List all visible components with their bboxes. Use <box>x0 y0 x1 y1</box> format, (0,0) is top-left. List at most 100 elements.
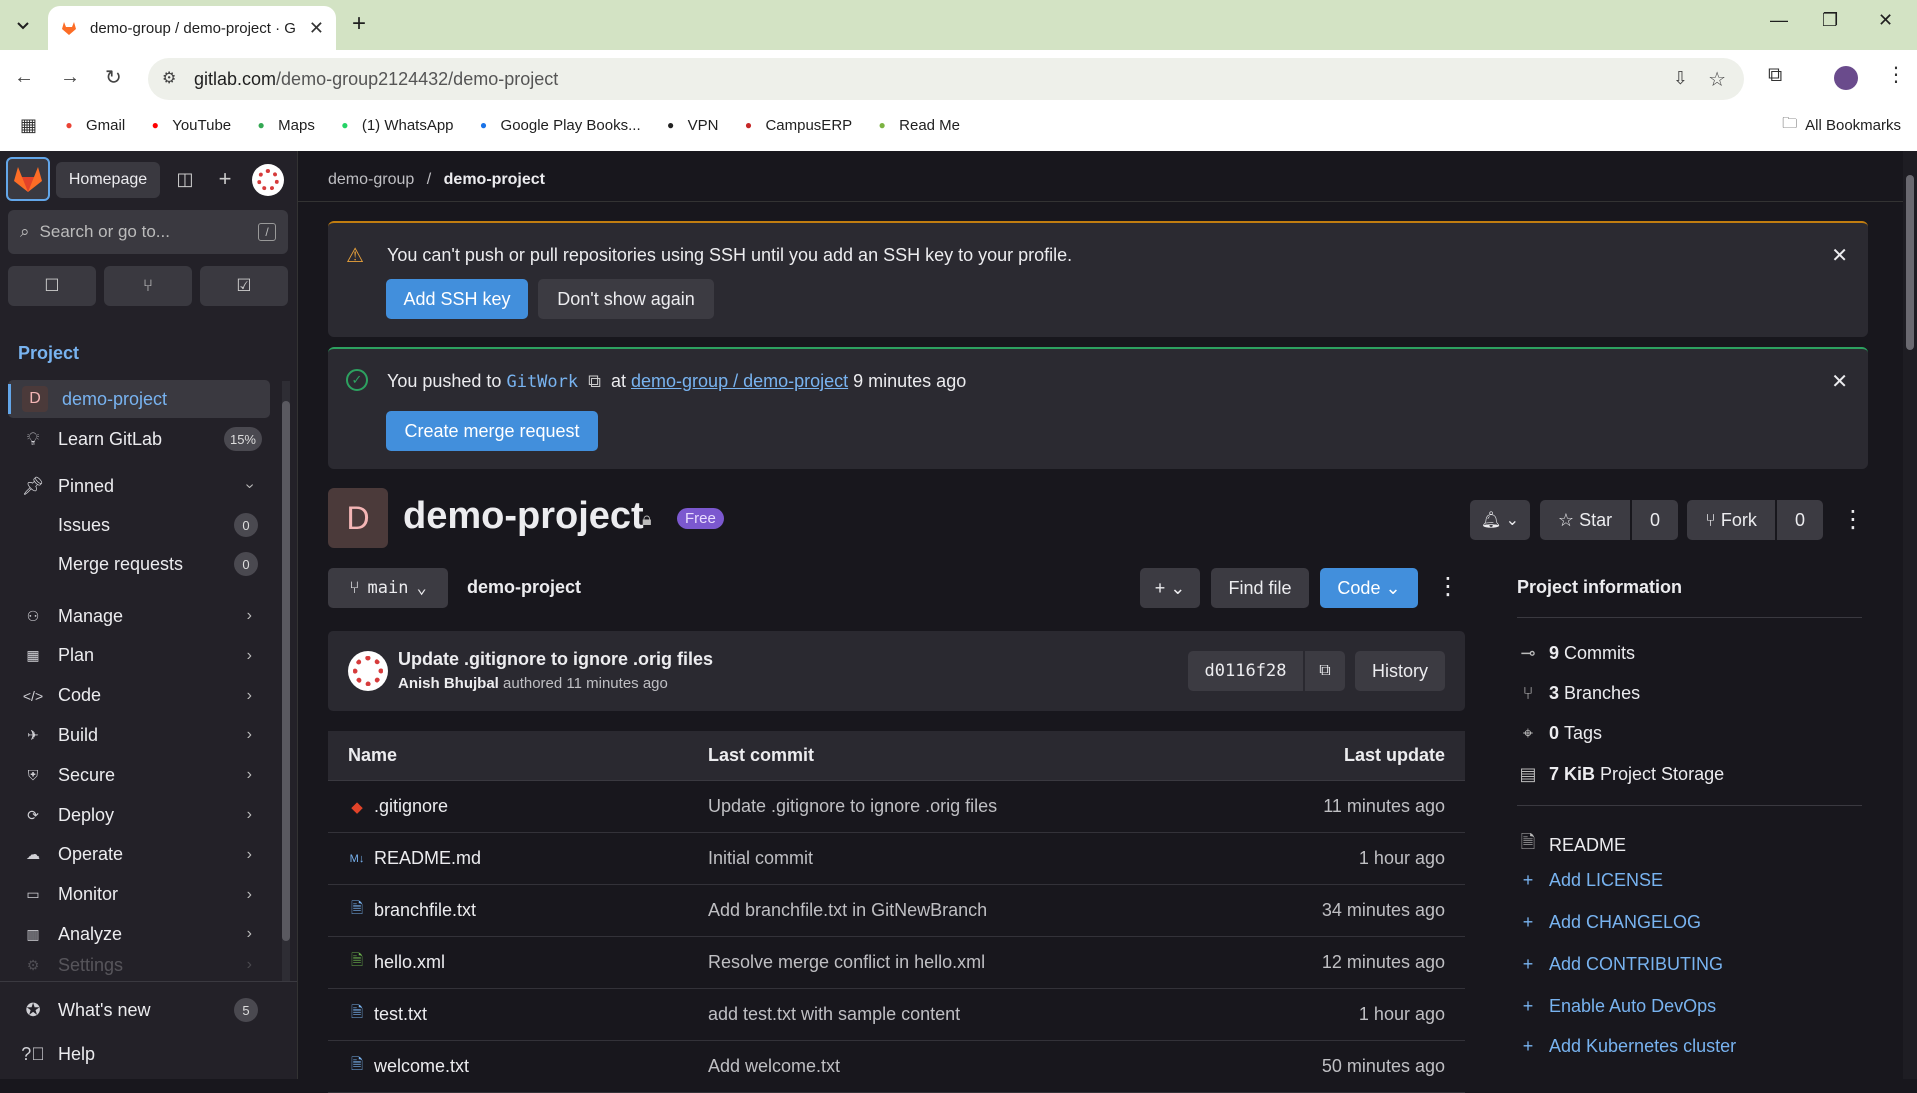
sidebar-item-manage[interactable]: ⚇ Manage › <box>8 597 270 635</box>
bookmark-item[interactable]: ● Google Play Books... <box>474 116 641 134</box>
page-scrollbar[interactable] <box>1903 151 1917 1079</box>
bookmark-item[interactable]: ● Maps <box>251 116 315 134</box>
close-window-icon[interactable]: ✕ <box>1878 10 1893 31</box>
bookmark-item[interactable]: ● Read Me <box>872 116 961 134</box>
fork-count[interactable]: 0 <box>1777 500 1823 540</box>
todo-button[interactable]: ☑ <box>200 266 288 306</box>
sidebar-item-learn-gitlab[interactable]: 💡︎ Learn GitLab 15% <box>8 420 270 458</box>
file-last-commit[interactable]: Initial commit <box>708 848 1258 869</box>
notifications-dropdown[interactable]: 🔔︎ ⌄ <box>1470 500 1530 540</box>
branches-link[interactable]: ⑂ 3 Branches <box>1517 683 1640 704</box>
scrollbar-thumb[interactable] <box>282 401 290 941</box>
readme-link[interactable]: 🗎︎ README <box>1517 830 1626 860</box>
table-row[interactable]: 🗎︎ hello.xml Resolve merge conflict in hel… <box>328 937 1465 989</box>
commit-sha[interactable]: d0116f28 <box>1188 651 1303 691</box>
sidebar-item-issues[interactable]: Issues 0 <box>8 506 270 544</box>
file-name-cell[interactable]: ◆ .gitignore <box>328 796 708 817</box>
file-name[interactable]: hello.xml <box>374 952 445 973</box>
file-name[interactable]: .gitignore <box>374 796 448 817</box>
bookmark-item[interactable]: ● VPN <box>661 116 718 134</box>
star-button[interactable]: ☆ Star <box>1540 500 1630 540</box>
table-row[interactable]: 🗎︎ branchfile.txt Add branchfile.txt in Gi… <box>328 885 1465 937</box>
breadcrumb-project[interactable]: demo-project <box>444 171 545 188</box>
repo-actions-icon[interactable]: ⋮ <box>1436 572 1460 601</box>
commit-author-avatar[interactable] <box>348 651 388 691</box>
table-row[interactable]: 🗎︎ welcome.txt Add welcome.txt 50 minutes a… <box>328 1041 1465 1093</box>
sidebar-item-project[interactable]: D demo-project <box>8 380 270 418</box>
site-info-icon[interactable]: ⚙ <box>162 68 176 88</box>
file-name-cell[interactable]: 🗎︎ branchfile.txt <box>328 898 708 923</box>
apps-grid-icon[interactable]: ▦ <box>20 115 37 136</box>
commit-author[interactable]: Anish Bhujbal <box>398 675 499 692</box>
bookmark-item[interactable]: ● (1) WhatsApp <box>335 116 453 134</box>
history-button[interactable]: History <box>1355 651 1445 691</box>
extensions-icon[interactable]: ⧉ <box>1768 64 1782 87</box>
sidebar-item-build[interactable]: ✈ Build › <box>8 716 270 754</box>
sidebar-item-code[interactable]: </> Code › <box>8 677 270 715</box>
new-tab-button[interactable]: + <box>352 12 366 36</box>
copy-sha-button[interactable]: ⧉ <box>1305 651 1345 691</box>
branch-selector[interactable]: ⑂ main ⌄ <box>328 568 448 608</box>
table-row[interactable]: 🗎︎ test.txt add test.txt with sample conte… <box>328 989 1465 1041</box>
sidebar-item-pinned[interactable]: 📌︎ Pinned › <box>8 467 270 505</box>
file-name-cell[interactable]: M↓ README.md <box>328 848 708 869</box>
forward-icon[interactable]: → <box>60 66 80 89</box>
sidebar-item-merge-requests[interactable]: Merge requests 0 <box>8 545 270 583</box>
sidebar-scrollbar[interactable] <box>282 381 290 981</box>
page-scrollbar-thumb[interactable] <box>1906 175 1914 350</box>
sidebar-item-settings[interactable]: ⚙ Settings › <box>8 955 270 975</box>
storage-link[interactable]: ▤ 7 KiB Project Storage <box>1517 764 1724 785</box>
file-name[interactable]: README.md <box>374 848 481 869</box>
star-count[interactable]: 0 <box>1632 500 1678 540</box>
homepage-button[interactable]: Homepage <box>56 162 160 198</box>
file-name-cell[interactable]: 🗎︎ test.txt <box>328 1002 708 1027</box>
user-avatar[interactable] <box>252 164 284 196</box>
file-name[interactable]: test.txt <box>374 1004 427 1025</box>
sidebar-item-help[interactable]: ?⃝ Help <box>8 1035 270 1073</box>
bookmark-item[interactable]: ● Gmail <box>59 116 125 134</box>
file-name-cell[interactable]: 🗎︎ hello.xml <box>328 950 708 975</box>
bookmark-item[interactable]: ● CampusERP <box>738 116 852 134</box>
bookmark-item[interactable]: ● YouTube <box>145 116 232 134</box>
back-icon[interactable]: ← <box>14 66 34 89</box>
search-input[interactable]: ⌕ Search or go to... / <box>8 210 288 254</box>
tags-link[interactable]: ⌖ 0 Tags <box>1517 723 1602 744</box>
table-row[interactable]: M↓ README.md Initial commit 1 hour ago <box>328 833 1465 885</box>
restore-icon[interactable]: ❐ <box>1822 10 1838 31</box>
sidebar-item-deploy[interactable]: ⟳ Deploy › <box>8 796 270 834</box>
project-actions-icon[interactable]: ⋮ <box>1841 505 1865 534</box>
kubernetes-link[interactable]: + Add Kubernetes cluster <box>1517 1036 1736 1057</box>
create-merge-request-button[interactable]: Create merge request <box>386 411 598 451</box>
add-ssh-key-button[interactable]: Add SSH key <box>386 279 528 319</box>
bookmark-star-icon[interactable]: ☆ <box>1708 67 1726 92</box>
file-last-commit[interactable]: Update .gitignore to ignore .orig files <box>708 796 1258 817</box>
add-file-dropdown[interactable]: + ⌄ <box>1140 568 1200 608</box>
repo-path[interactable]: demo-project <box>467 577 581 598</box>
merge-requests-button[interactable]: ⑂ <box>104 266 192 306</box>
file-name[interactable]: welcome.txt <box>374 1056 469 1077</box>
reload-icon[interactable]: ↻ <box>105 65 122 90</box>
new-item-icon[interactable]: + <box>210 164 240 194</box>
file-last-commit[interactable]: Add welcome.txt <box>708 1056 1258 1077</box>
file-name[interactable]: branchfile.txt <box>374 900 476 921</box>
close-alert-icon[interactable]: ✕ <box>1831 243 1848 268</box>
add-contributing-link[interactable]: + Add CONTRIBUTING <box>1517 954 1723 975</box>
close-push-alert-icon[interactable]: ✕ <box>1831 369 1848 394</box>
minimize-icon[interactable]: — <box>1770 10 1788 31</box>
profile-avatar[interactable] <box>1834 66 1858 90</box>
file-last-commit[interactable]: Add branchfile.txt in GitNewBranch <box>708 900 1258 921</box>
find-file-button[interactable]: Find file <box>1211 568 1309 608</box>
collapse-sidebar-icon[interactable]: ◫ <box>170 164 200 194</box>
close-tab-icon[interactable]: ✕ <box>309 18 324 39</box>
sidebar-item-analyze[interactable]: ▥ Analyze › <box>8 915 270 953</box>
browser-tab[interactable]: demo-group / demo-project · G ✕ <box>48 6 336 50</box>
sidebar-item-operate[interactable]: ☁ Operate › <box>8 836 270 874</box>
browser-menu-icon[interactable]: ⋮ <box>1886 62 1906 87</box>
install-icon[interactable]: ⇩ <box>1673 68 1688 89</box>
table-row[interactable]: ◆ .gitignore Update .gitignore to ignore .… <box>328 781 1465 833</box>
fork-button[interactable]: ⑂ Fork <box>1687 500 1775 540</box>
auto-devops-link[interactable]: + Enable Auto DevOps <box>1517 996 1716 1017</box>
sidebar-item-plan[interactable]: ▦ Plan › <box>8 637 270 675</box>
all-bookmarks[interactable]: 🗀 All Bookmarks <box>1782 113 1901 138</box>
sidebar-item-secure[interactable]: ⛨ Secure › <box>8 756 270 794</box>
